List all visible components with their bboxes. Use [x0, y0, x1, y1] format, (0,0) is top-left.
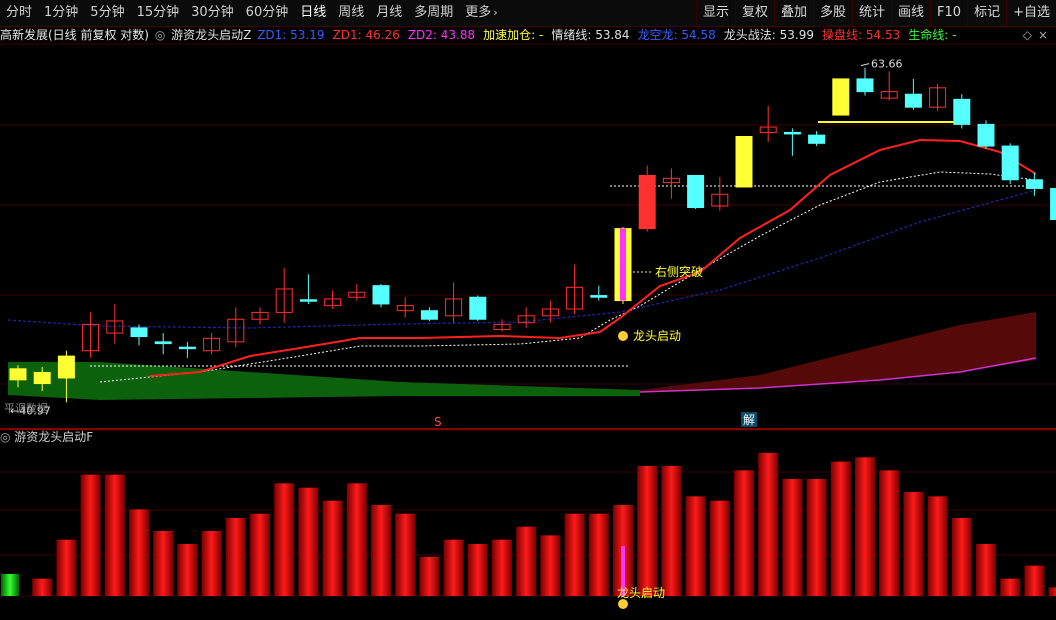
sub-bar — [32, 578, 53, 596]
money-bag-icon — [618, 599, 628, 609]
candle-body — [808, 134, 826, 144]
sub-bar — [976, 544, 996, 596]
sub-bar — [855, 457, 875, 596]
sub-indicator-bars: 龙头启动 — [1, 453, 1056, 609]
candle-body — [1025, 179, 1043, 189]
candle-body — [9, 368, 27, 381]
high-pointer — [860, 63, 870, 67]
candle-body — [299, 299, 317, 302]
candle-body — [420, 310, 438, 320]
sub-bar — [201, 531, 222, 596]
sub-bar — [395, 513, 416, 596]
jie-marker: 解 — [743, 413, 755, 427]
sub-bar — [637, 466, 658, 596]
candle-body — [638, 174, 656, 230]
sub-bar — [250, 513, 270, 596]
red-band — [640, 312, 1036, 392]
candle-body — [590, 295, 608, 298]
candle-body — [735, 135, 753, 188]
green-bar — [1, 574, 19, 596]
money-bag-icon — [618, 331, 628, 341]
sub-bar — [1048, 587, 1056, 596]
candle-body — [154, 341, 172, 345]
sub-bar — [1024, 565, 1045, 596]
sub-bar — [782, 479, 803, 596]
sub-indicator-name: 游资龙头启动F — [14, 430, 94, 444]
green-band-area — [8, 362, 640, 400]
sub-bar — [346, 483, 367, 596]
candle-body — [57, 355, 75, 379]
sub-chart-title: ◎ 游资龙头启动F — [0, 428, 93, 446]
blue-ma-line — [7, 189, 1037, 329]
candle-body — [1001, 145, 1019, 181]
green-band — [8, 362, 640, 400]
sub-bar — [903, 492, 924, 596]
sub-bar — [371, 505, 391, 596]
sub-bar — [322, 500, 343, 596]
sub-bar — [879, 470, 900, 596]
sub-bar — [225, 518, 246, 596]
candle-body — [33, 371, 51, 385]
right-breakout-label: 右侧突破 — [655, 264, 703, 279]
sub-bar — [806, 479, 827, 596]
sub-bar — [588, 513, 609, 596]
watermark-text: 平调数据 — [4, 401, 48, 415]
sub-bar — [685, 496, 706, 596]
sub-dragon-start-label: 龙头启动 — [617, 586, 665, 600]
sub-bar — [830, 461, 851, 596]
dragon-start-label: 龙头启动 — [633, 329, 681, 343]
sub-bar — [492, 539, 512, 596]
sub-bar — [274, 483, 295, 596]
sub-bar — [298, 487, 319, 596]
candle-body — [178, 346, 196, 350]
sub-bar — [758, 453, 779, 596]
s-marker: S — [434, 415, 442, 429]
kline-chart[interactable]: 63.66←40.97平调数据右侧突破龙头启动S 解 龙头启动 — [0, 0, 1056, 620]
sub-bar — [177, 544, 198, 596]
sub-bar — [1000, 578, 1021, 596]
sub-bar — [951, 518, 972, 596]
candle-body — [372, 285, 390, 305]
sub-bar — [540, 535, 561, 596]
sub-bar — [443, 539, 464, 596]
sub-bar — [734, 470, 754, 596]
candle-body — [977, 123, 995, 147]
sub-bar — [56, 539, 77, 596]
candle-body — [832, 78, 850, 116]
sub-bar — [419, 557, 440, 596]
sub-bar — [661, 466, 682, 596]
sub-bar — [516, 526, 537, 596]
sub-bar — [153, 531, 174, 596]
candle-highlight — [620, 228, 626, 301]
sub-bar — [104, 474, 125, 596]
candle-body — [469, 296, 487, 320]
sub-bar — [80, 474, 101, 596]
sub-bar — [709, 500, 730, 596]
candle-body — [904, 93, 922, 108]
candle-body — [1050, 187, 1056, 221]
candle-body — [130, 327, 148, 338]
chevron-down-icon[interactable]: ◎ — [0, 430, 14, 444]
candle-body — [783, 131, 801, 135]
red-band-area — [639, 312, 1037, 393]
candle-body — [687, 174, 705, 209]
high-price-label: 63.66 — [871, 58, 903, 71]
sub-bar — [564, 513, 585, 596]
sub-bar — [129, 509, 149, 596]
candle-body — [953, 98, 971, 125]
candle-body — [856, 78, 874, 93]
sub-bar — [927, 496, 948, 596]
sub-bar — [467, 544, 488, 596]
